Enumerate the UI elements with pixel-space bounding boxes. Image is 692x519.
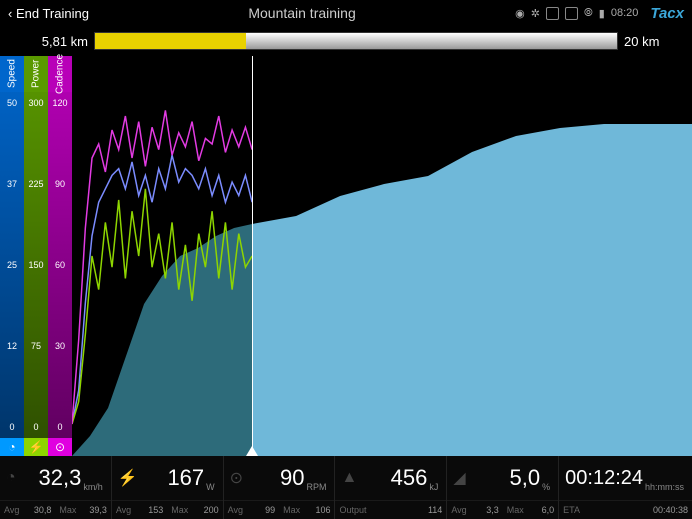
metric-energy: ▲456kJ Output114 [334,456,446,519]
distance-total: 20 km [618,34,684,49]
slope-icon: ◢ [453,468,475,488]
course-progress[interactable] [94,32,618,50]
chevron-left-icon: ‹ [8,6,16,21]
gauge-icon[interactable]: ◔ [0,438,24,456]
metric-time: 00:12:24hh:mm:ss ETA00:40:38 [558,456,692,519]
flame-icon: ▲ [341,469,363,487]
power-scale: Power 300225150750 ⚡ [24,56,48,456]
bolt-icon[interactable]: ⚡ [24,438,48,456]
metric-power: ⚡167W Avg153Max200 [111,456,223,519]
metric-speed: ◔32,3km/h Avg30,8Max39,3 [0,456,111,519]
crank-icon[interactable]: ⊙ [48,438,72,456]
clock-time: 08:20 [611,7,639,19]
status-icons: ◉ ✲ ⦾ ▮ 08:20 Tacx [515,5,684,22]
metric-cadence: ⊙90RPM Avg99Max106 [223,456,335,519]
globe-icon: ◉ [515,7,525,20]
distance-current: 5,81 km [8,34,94,49]
speed-scale: Speed 503725120 ◔ [0,56,24,456]
brand-logo: Tacx [650,5,684,22]
gauge-icon: ◔ [6,469,28,487]
page-title: Mountain training [89,5,515,21]
metric-slope: ◢5,0% Avg3,3Max6,0 [446,456,558,519]
wifi-icon: ⦾ [584,7,593,20]
crank-icon: ⊙ [230,468,252,488]
ant-icon [546,7,559,20]
bolt-icon: ⚡ [118,468,140,488]
sync-icon: ✲ [531,7,540,20]
bluetooth-icon [565,7,578,20]
end-training-button[interactable]: ‹ End Training [8,6,89,21]
battery-icon: ▮ [599,7,605,20]
cadence-scale: Cadence 1209060300 ⊙ [48,56,72,456]
performance-chart[interactable] [72,56,692,456]
